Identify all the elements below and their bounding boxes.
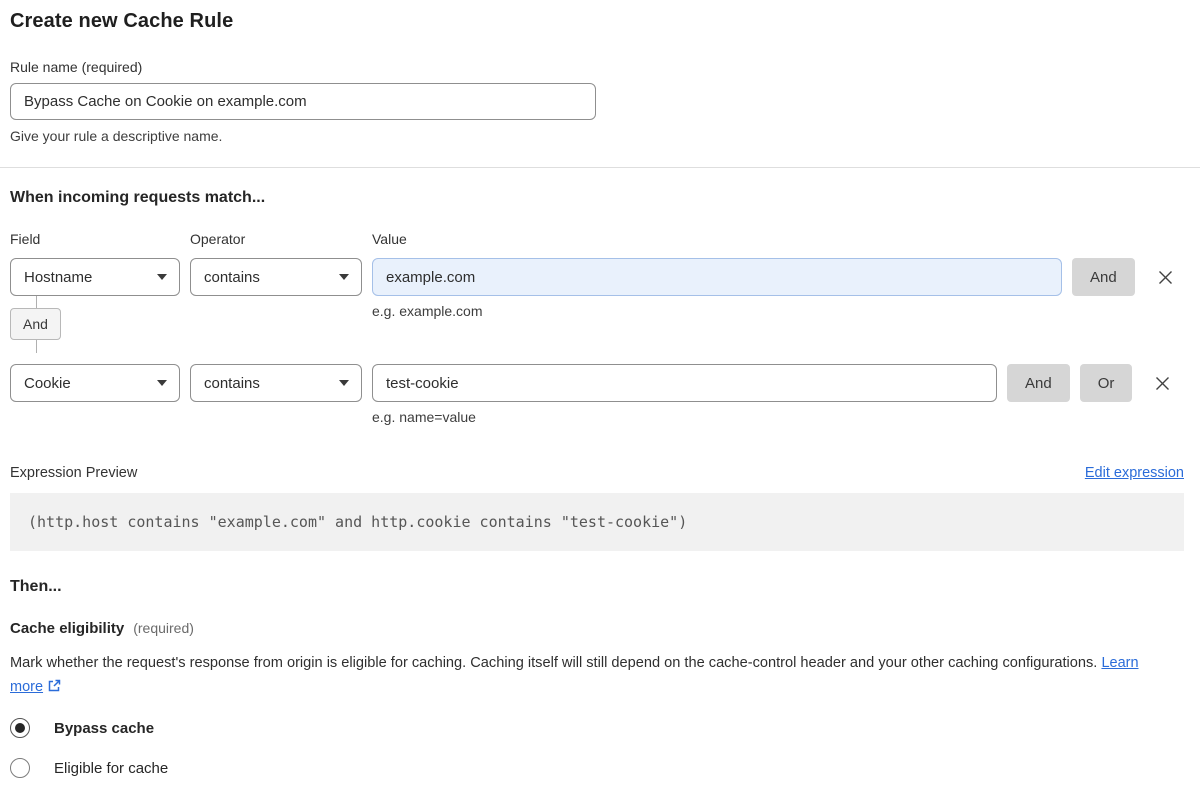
row-connector-area: And e.g. example.com — [10, 296, 1184, 353]
then-heading: Then... — [10, 578, 62, 595]
required-note: (required) — [133, 620, 194, 636]
operator-select-value: contains — [204, 374, 260, 392]
cache-eligibility-label: Cache eligibility — [10, 620, 125, 637]
expression-preview-header: Expression Preview Edit expression — [10, 465, 1184, 481]
rule-name-helper: Give your rule a descriptive name. — [10, 128, 223, 144]
operator-select[interactable]: contains — [190, 364, 362, 402]
expression-preview-code: (http.host contains "example.com" and ht… — [10, 493, 1184, 551]
condition-row: Cookie contains And Or — [10, 364, 1184, 402]
field-select[interactable]: Cookie — [10, 364, 180, 402]
page-title: Create new Cache Rule — [10, 10, 234, 32]
and-connector-button[interactable]: And — [10, 308, 61, 340]
section-divider — [0, 167, 1200, 168]
radio-selected-icon[interactable] — [10, 718, 30, 738]
value-column-label: Value — [372, 231, 407, 247]
external-link-icon — [48, 679, 61, 692]
expression-preview-label: Expression Preview — [10, 465, 138, 481]
and-button[interactable]: And — [1072, 258, 1135, 296]
condition-row: Hostname contains And — [10, 258, 1184, 296]
rule-name-label: Rule name (required) — [10, 59, 143, 75]
close-icon[interactable] — [1151, 372, 1174, 395]
edit-expression-link[interactable]: Edit expression — [1085, 465, 1184, 481]
operator-select[interactable]: contains — [190, 258, 362, 296]
rule-name-input[interactable] — [10, 83, 596, 120]
and-button[interactable]: And — [1007, 364, 1070, 402]
expression-code-text: (http.host contains "example.com" and ht… — [28, 513, 688, 531]
value-hint: e.g. name=value — [372, 409, 476, 425]
or-button[interactable]: Or — [1079, 364, 1133, 402]
chevron-down-icon — [157, 380, 167, 386]
bypass-cache-option[interactable]: Bypass cache — [10, 718, 154, 738]
radio-option-label: Bypass cache — [54, 719, 155, 737]
field-column-label: Field — [10, 231, 41, 247]
operator-column-label: Operator — [190, 231, 246, 247]
cache-eligibility-header: Cache eligibility (required) — [10, 620, 1184, 637]
chevron-down-icon — [339, 274, 349, 280]
field-select-value: Hostname — [24, 268, 93, 286]
value-input[interactable] — [372, 364, 997, 402]
value-hint: e.g. example.com — [372, 303, 483, 319]
field-select[interactable]: Hostname — [10, 258, 180, 296]
operator-select-value: contains — [204, 268, 260, 286]
radio-unselected-icon[interactable] — [10, 758, 30, 778]
match-heading: When incoming requests match... — [10, 189, 266, 206]
chevron-down-icon — [157, 274, 167, 280]
radio-option-label: Eligible for cache — [54, 759, 169, 777]
value-input[interactable] — [372, 258, 1062, 296]
condition-column-labels: Field Operator Value — [10, 231, 1184, 247]
chevron-down-icon — [339, 380, 349, 386]
create-cache-rule-form: Create new Cache Rule Rule name (require… — [0, 10, 1200, 778]
eligible-for-cache-option[interactable]: Eligible for cache — [10, 758, 168, 778]
cache-eligibility-description: Mark whether the request's response from… — [10, 651, 1162, 699]
description-text: Mark whether the request's response from… — [10, 655, 1098, 671]
field-select-value: Cookie — [24, 374, 71, 392]
close-icon[interactable] — [1154, 266, 1177, 289]
